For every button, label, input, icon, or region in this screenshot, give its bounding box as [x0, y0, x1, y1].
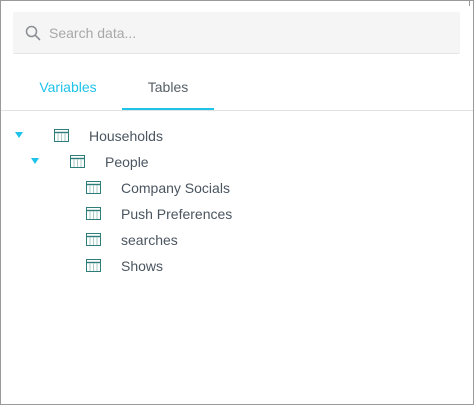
- tree-item-shows[interactable]: Shows: [43, 253, 474, 279]
- search-icon: [25, 25, 41, 41]
- tree-item-label: Company Socials: [121, 180, 230, 196]
- tree-item-label: searches: [121, 232, 178, 248]
- search-box[interactable]: [13, 12, 460, 54]
- table-icon: [86, 207, 101, 220]
- data-browser-panel: Variables Tables Households: [0, 0, 474, 405]
- tree-item-company-socials[interactable]: Company Socials: [43, 175, 474, 201]
- tree-item-label: Households: [89, 128, 163, 144]
- tree-item-households[interactable]: Households: [11, 123, 451, 149]
- caret-down-icon[interactable]: [31, 158, 39, 164]
- tree-item-searches[interactable]: searches: [43, 227, 474, 253]
- tab-tables[interactable]: Tables: [122, 67, 214, 110]
- table-icon: [86, 181, 101, 194]
- table-icon: [54, 129, 69, 142]
- tree-item-label: People: [105, 154, 149, 170]
- table-icon: [86, 233, 101, 246]
- tree-item-label: Push Preferences: [121, 206, 233, 222]
- table-icon: [70, 155, 85, 168]
- tree-item-push-preferences[interactable]: Push Preferences: [43, 201, 474, 227]
- tab-bar: Variables Tables: [1, 67, 473, 111]
- table-icon: [86, 259, 101, 272]
- tree-item-people[interactable]: People: [27, 149, 467, 175]
- tree-item-label: Shows: [121, 258, 164, 274]
- search-input[interactable]: [49, 12, 449, 53]
- window-corner-mark: [462, 0, 470, 6]
- tab-variables[interactable]: Variables: [25, 67, 111, 110]
- caret-down-icon[interactable]: [15, 132, 23, 138]
